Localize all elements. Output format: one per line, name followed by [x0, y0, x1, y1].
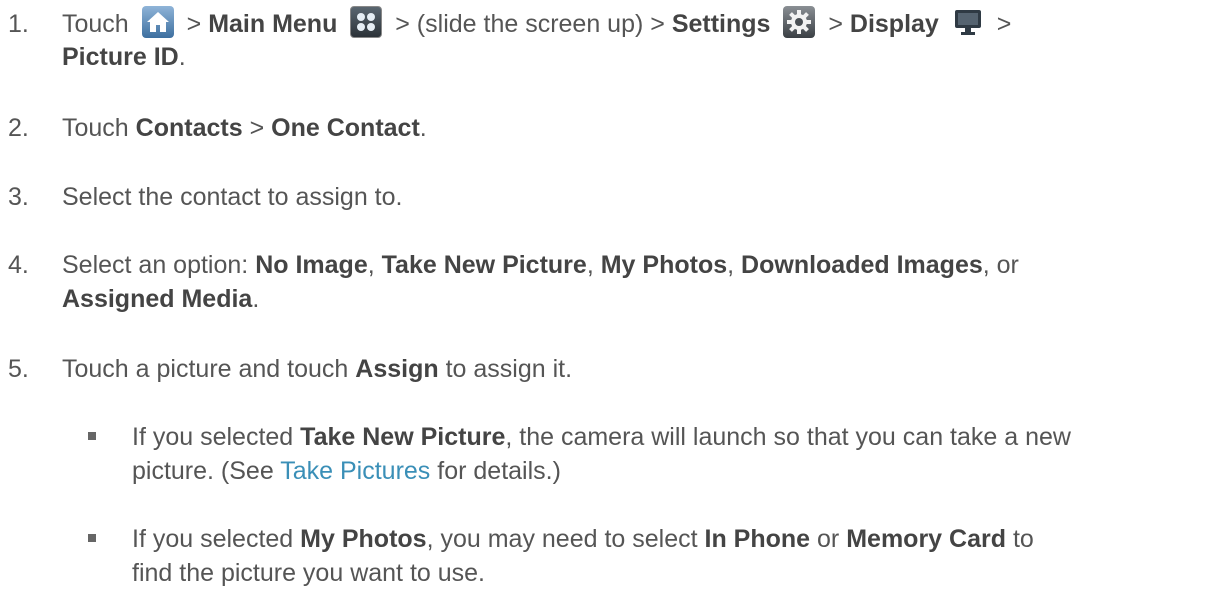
- step-number: 3.: [8, 183, 29, 211]
- main-menu-icon: [350, 6, 383, 38]
- option-take-new-picture: Take New Picture: [381, 251, 587, 279]
- step-1-continued: Picture ID.: [62, 43, 186, 71]
- main-menu-label: Main Menu: [208, 10, 338, 38]
- take-pictures-link[interactable]: Take Pictures: [280, 457, 430, 485]
- display-label: Display: [849, 10, 939, 38]
- step-4: 4. Select an option: No Image, Take New P…: [8, 248, 1198, 282]
- gear-icon: [783, 6, 816, 38]
- take-new-picture-label: Take New Picture: [300, 423, 506, 451]
- step-text: Select the contact to assign to.: [62, 183, 403, 211]
- step-number: 4.: [8, 251, 29, 279]
- step-2: 2. Touch Contacts > One Contact.: [8, 111, 1198, 145]
- step-number: 2.: [8, 114, 29, 142]
- step-number: 5.: [8, 355, 29, 383]
- contacts-label: Contacts: [135, 114, 243, 142]
- memory-card-label: Memory Card: [846, 525, 1006, 553]
- home-icon: [141, 6, 174, 38]
- my-photos-label: My Photos: [300, 525, 427, 553]
- step-4-continued: Assigned Media.: [62, 285, 260, 313]
- bullet-square-icon: [88, 534, 96, 542]
- bullet-item-take-new-picture-continued: picture. (See Take Pictures for details.…: [132, 457, 561, 485]
- bullet-item-my-photos: If you selected My Photos, you may need …: [88, 522, 1198, 556]
- one-contact-label: One Contact: [271, 114, 420, 142]
- bullet-item-take-new-picture: If you selected Take New Picture, the ca…: [88, 420, 1198, 454]
- assign-label: Assign: [355, 355, 439, 383]
- step-number: 1.: [8, 10, 29, 38]
- option-assigned-media: Assigned Media: [62, 285, 253, 313]
- picture-id-label: Picture ID: [62, 43, 179, 71]
- step-text: Touch: [62, 10, 129, 38]
- step-1: 1. Touch > Main Menu > (slide the screen …: [8, 6, 1198, 41]
- option-downloaded-images: Downloaded Images: [741, 251, 983, 279]
- option-no-image: No Image: [255, 251, 368, 279]
- monitor-icon: [951, 6, 984, 38]
- step-5: 5. Touch a picture and touch Assign to as…: [8, 352, 1198, 386]
- step-3: 3. Select the contact to assign to.: [8, 180, 1198, 214]
- option-my-photos: My Photos: [600, 251, 728, 279]
- bullet-square-icon: [88, 432, 96, 440]
- in-phone-label: In Phone: [704, 525, 811, 553]
- settings-label: Settings: [671, 10, 771, 38]
- bullet-item-my-photos-continued: find the picture you want to use.: [132, 559, 485, 587]
